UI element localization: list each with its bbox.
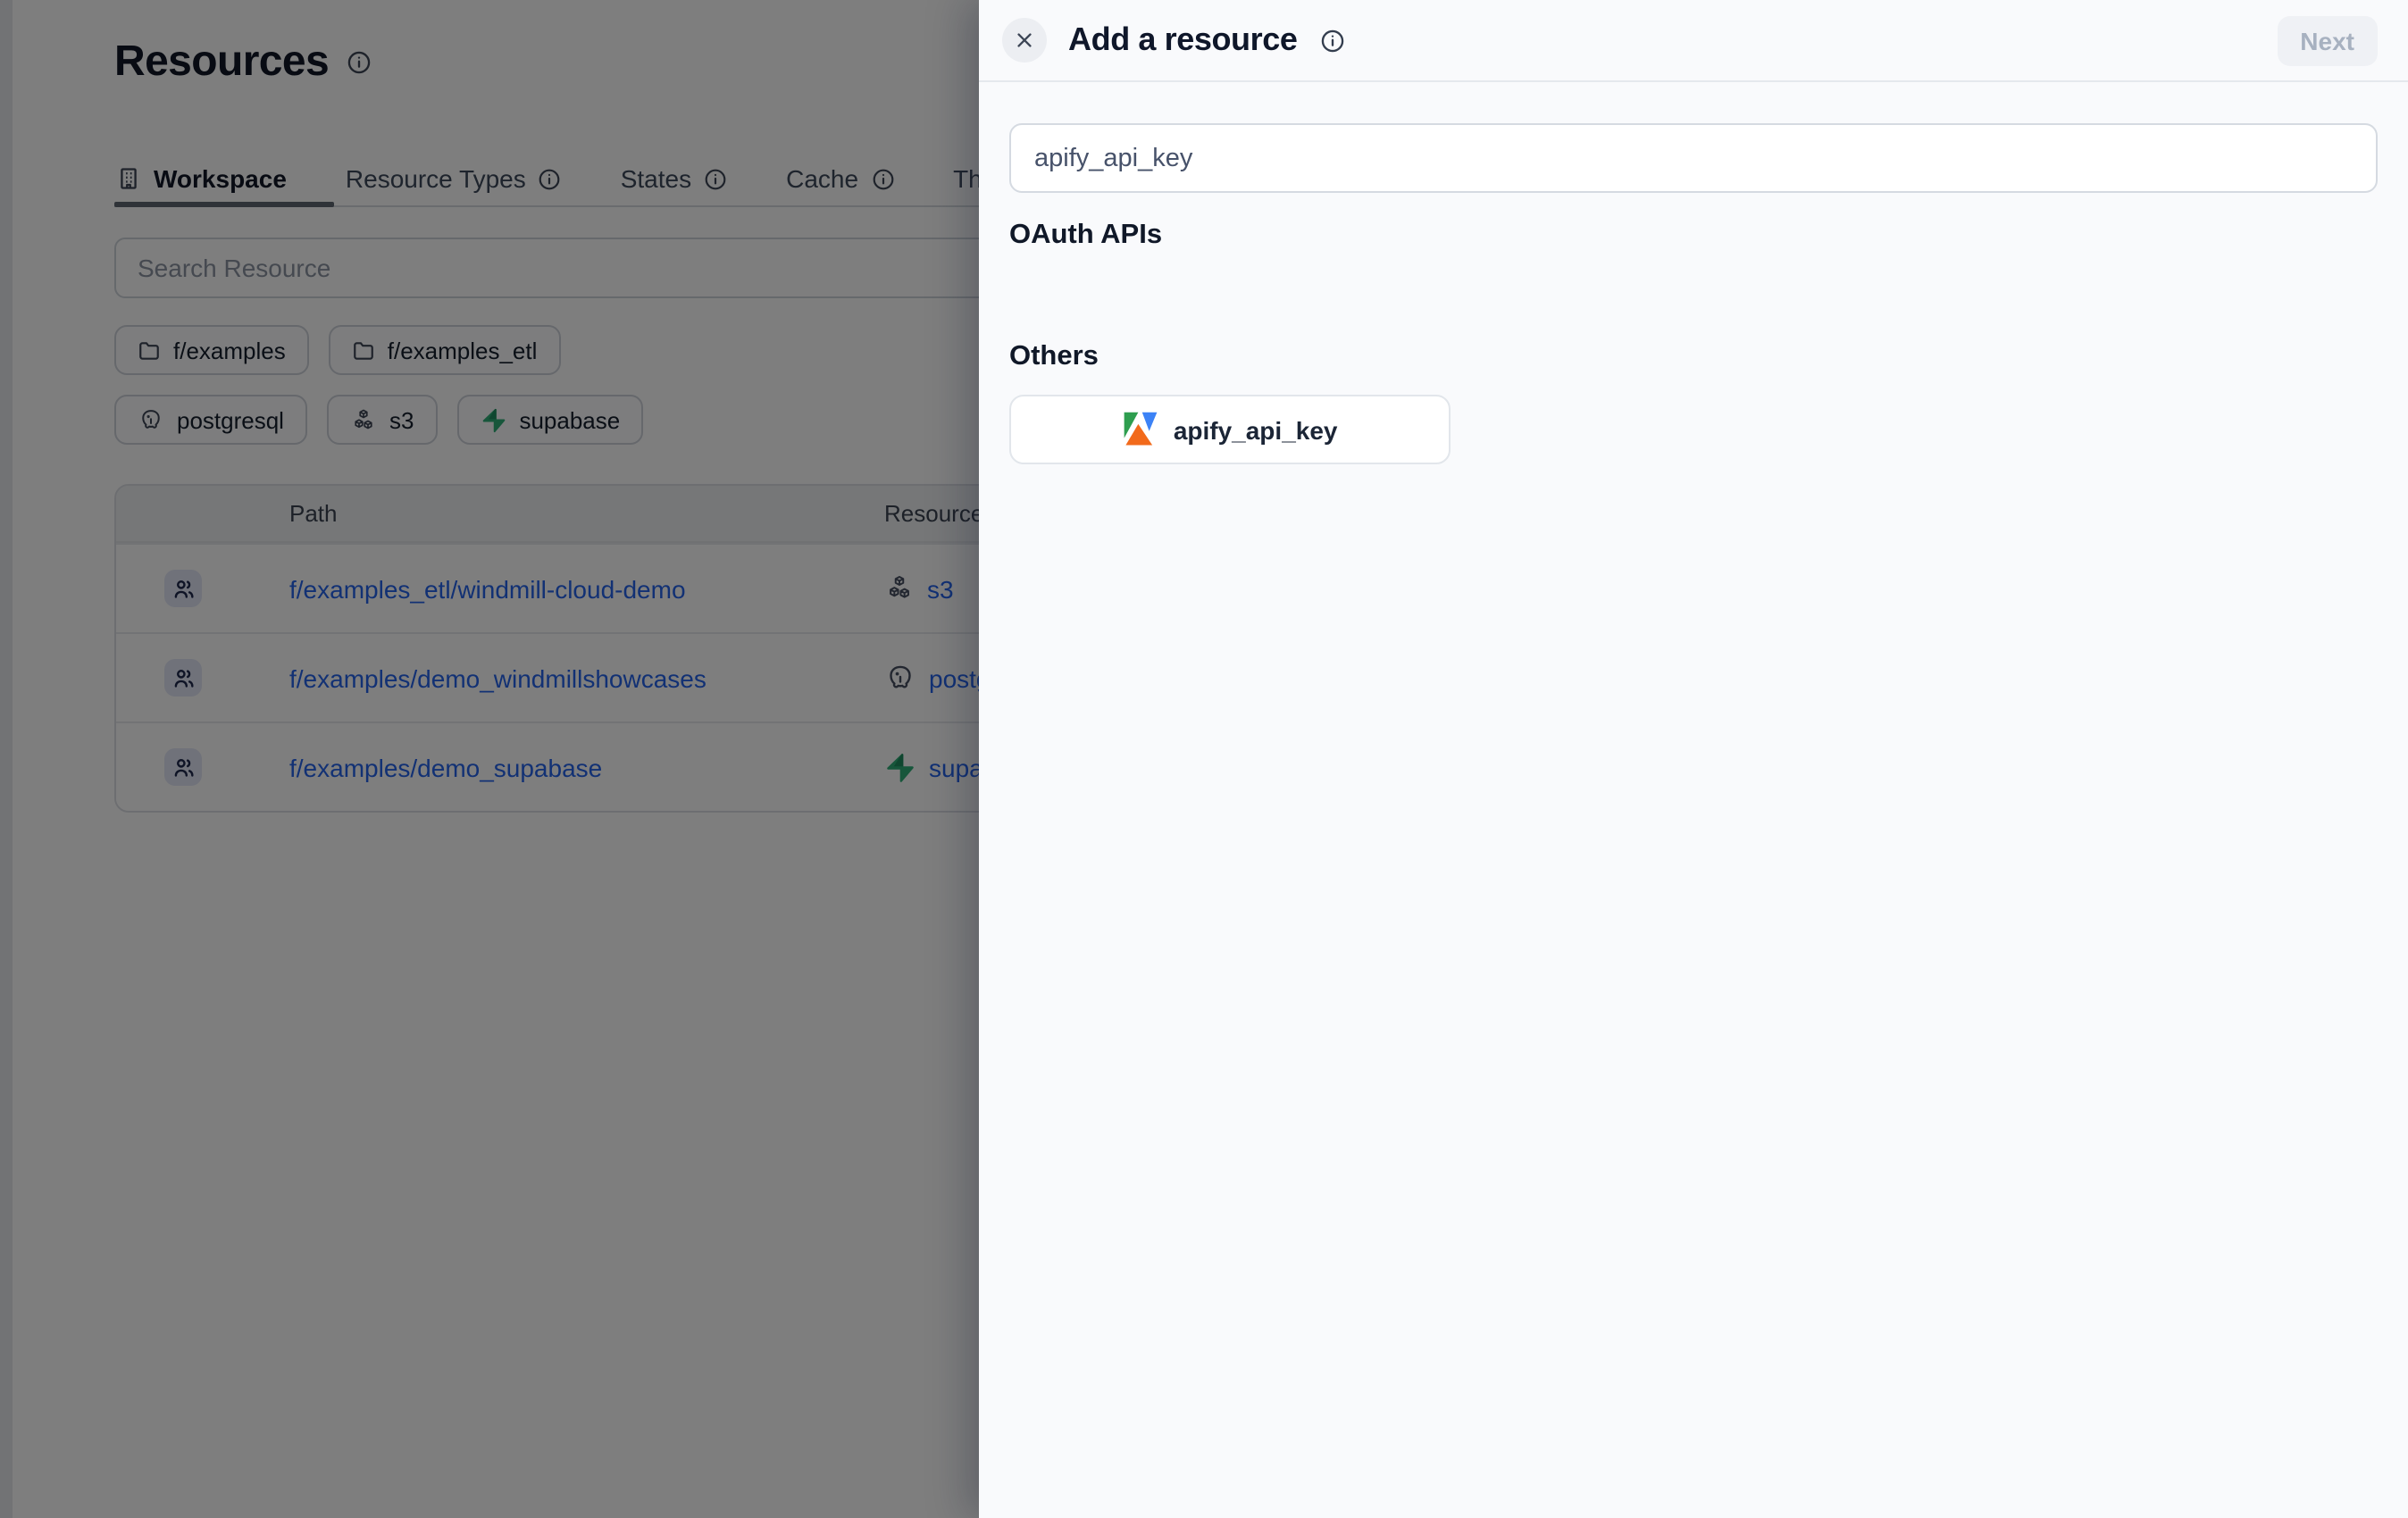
info-icon[interactable] [1321,28,1346,53]
app-window: Resources Workspace Resource Types State… [0,0,2408,1518]
resource-type-filter-input[interactable] [1009,123,2378,193]
close-icon [1015,30,1034,50]
oauth-apis-grid [1009,273,2378,316]
others-grid: apify_api_key [1009,395,2378,464]
section-heading-others: Others [1009,341,2378,373]
drawer-header: Add a resource Next [979,0,2408,82]
card-label: apify_api_key [1174,415,1338,444]
add-resource-drawer: Add a resource Next OAuth APIs Others ap… [979,0,2408,1518]
section-heading-oauth: OAuth APIs [1009,220,2378,252]
drawer-title: Add a resource [1068,21,1298,59]
next-button[interactable]: Next [2277,15,2378,65]
drawer-body: OAuth APIs Others apify_api_key [979,82,2408,464]
close-button[interactable] [1002,18,1047,63]
resource-card-apify[interactable]: apify_api_key [1009,395,1450,464]
apify-logo-icon [1122,411,1159,448]
